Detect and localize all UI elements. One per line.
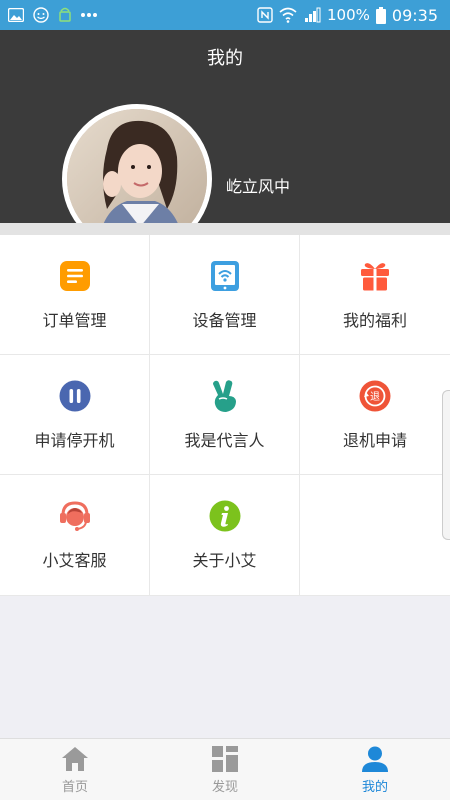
menu-item-empty: [300, 475, 450, 596]
menu-item-suspend-service[interactable]: 申请停开机: [0, 355, 150, 475]
status-system: 100% 09:35: [257, 6, 438, 25]
page-title: 我的: [207, 48, 243, 69]
menu-item-label: 申请停开机: [34, 430, 115, 450]
menu-item-customer-service[interactable]: 小艾客服: [0, 475, 150, 596]
edge-panel-handle[interactable]: [442, 390, 450, 540]
pause-icon: [58, 379, 92, 413]
android-icon: [58, 6, 72, 24]
return-icon: 退: [358, 379, 392, 413]
svg-text:退: 退: [370, 391, 380, 403]
menu-item-label: 设备管理: [192, 310, 257, 330]
info-icon: [208, 499, 242, 533]
menu-item-label: 订单管理: [42, 310, 107, 330]
more-notifications-icon: [80, 12, 98, 18]
gift-icon: [358, 259, 392, 293]
tab-home[interactable]: 首页: [0, 739, 150, 800]
username[interactable]: 屹立风中: [226, 173, 290, 197]
app-face-icon: [32, 7, 50, 23]
menu-item-label: 我的福利: [342, 310, 407, 330]
tab-discover[interactable]: 发现: [150, 739, 300, 800]
menu-item-ambassador[interactable]: 我是代言人: [150, 355, 300, 475]
tab-mine[interactable]: 我的: [300, 739, 450, 800]
profile-icon: [360, 745, 390, 773]
menu-item-about[interactable]: 关于小艾: [150, 475, 300, 596]
menu-item-order-management[interactable]: 订单管理: [0, 235, 150, 355]
order-list-icon: [58, 259, 92, 293]
profile-header: 我的 屹立风中: [0, 30, 450, 254]
tab-label: 首页: [61, 779, 88, 795]
clock: 09:35: [391, 5, 438, 25]
bottom-tab-bar: 首页 发现 我的: [0, 738, 450, 800]
home-icon: [60, 745, 90, 773]
menu-item-return-request[interactable]: 退 退机申请: [300, 355, 450, 475]
menu-item-label: 小艾客服: [42, 551, 107, 570]
status-notifications: [8, 6, 257, 24]
signal-icon: [303, 7, 321, 23]
menu-item-label: 关于小艾: [192, 551, 257, 570]
wifi-icon: [279, 7, 297, 23]
tab-label: 发现: [211, 779, 238, 795]
victory-hand-icon: [208, 379, 242, 413]
menu-item-device-management[interactable]: 设备管理: [150, 235, 300, 355]
battery-icon: [375, 6, 386, 24]
menu-item-my-benefits[interactable]: 我的福利: [300, 235, 450, 355]
section-divider: [0, 223, 450, 235]
menu-grid: 订单管理 设备管理 我的福利 申请停开机 我是代言人 退 退机申请 小艾客服 关…: [0, 235, 450, 596]
customer-service-icon: [58, 499, 92, 533]
status-bar: 100% 09:35: [0, 0, 450, 30]
gallery-icon: [8, 8, 24, 22]
menu-item-label: 退机申请: [342, 430, 407, 450]
nfc-icon: [257, 7, 273, 23]
tablet-wifi-icon: [208, 259, 242, 293]
tab-label: 我的: [361, 779, 388, 795]
discover-grid-icon: [210, 745, 240, 773]
battery-percent: 100%: [327, 6, 370, 24]
menu-item-label: 我是代言人: [184, 430, 265, 450]
